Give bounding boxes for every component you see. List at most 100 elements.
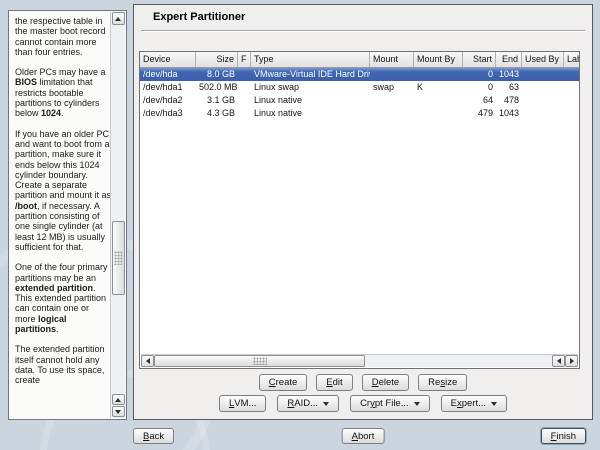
table-cell: 479 <box>477 108 493 118</box>
delete-button[interactable]: Delete <box>361 374 410 391</box>
scrollbar-track[interactable] <box>111 25 125 394</box>
table-cell <box>370 68 414 81</box>
installer-window: the respective table in the master boot … <box>0 0 600 450</box>
help-panel: the respective table in the master boot … <box>8 10 127 420</box>
table-cell <box>522 94 564 107</box>
table-cell: /dev/hda <box>143 69 178 79</box>
partition-actions-row: Create Edit Delete Re s ize <box>134 374 592 391</box>
table-cell <box>370 94 414 107</box>
column-header-start[interactable]: Start <box>463 52 496 67</box>
left-arrow-icon <box>556 358 561 364</box>
column-header-device[interactable]: Device <box>140 52 196 67</box>
column-header-lab[interactable]: Lab <box>564 52 579 67</box>
table-cell: /dev/hda3 <box>143 108 183 118</box>
button-label-part: reate <box>275 377 298 388</box>
column-header-type[interactable]: Type <box>251 52 370 67</box>
scrollbar-track[interactable] <box>365 355 552 367</box>
help-text-segment: The extended partition itself cannot hol… <box>15 344 105 386</box>
crypt-file-menu-button[interactable]: Cr y pt File... <box>350 395 430 412</box>
raid-menu-button[interactable]: R AID... <box>277 395 340 412</box>
table-cell: 0 <box>487 82 493 92</box>
table-row[interactable]: /dev/hda3 4.3 GB Linux native 479 1043 <box>140 107 579 120</box>
help-bold-text: BIOS <box>15 77 38 88</box>
button-label-part: dit <box>332 377 343 388</box>
table-cell: 1043 <box>499 69 520 79</box>
page-title: Expert Partitioner <box>153 11 246 23</box>
column-header-mount[interactable]: Mount <box>370 52 414 67</box>
help-bold-text: /boot <box>15 200 37 211</box>
table-cell: K <box>417 82 424 92</box>
scroll-right-button[interactable] <box>565 355 578 367</box>
dropdown-arrow-icon <box>323 401 330 406</box>
table-row[interactable]: /dev/hda 8.0 GB VMware-Virtual IDE Hard Dr… <box>140 68 579 81</box>
help-paragraph: the respective table in the master boot … <box>15 16 112 57</box>
table-row[interactable]: /dev/hda1 502.0 MB Linux swap swap K 0 63 <box>140 81 579 94</box>
help-bold-text: 1024 <box>41 108 62 119</box>
button-label-part: inish <box>556 430 576 442</box>
scroll-down-button[interactable] <box>111 406 125 417</box>
edit-button[interactable]: Edit <box>316 374 353 391</box>
scrollbar-grip <box>252 357 267 365</box>
finish-button[interactable]: Finish <box>540 428 586 444</box>
lvm-button[interactable]: L VM... <box>218 395 267 412</box>
scrollbar-thumb[interactable] <box>111 221 125 295</box>
help-text-segment: the respective table in the master boot … <box>15 16 106 57</box>
partition-table[interactable]: Device Size F Type Mount Mount By Start End Used… <box>139 51 580 369</box>
column-header-size[interactable]: Size <box>196 52 238 67</box>
create-button[interactable]: Create <box>258 374 308 391</box>
scroll-left-button[interactable] <box>552 355 565 367</box>
help-paragraph: One of the four primary partitions may b… <box>15 262 112 334</box>
scroll-up-button[interactable] <box>111 12 125 25</box>
table-cell: 0 <box>487 69 493 79</box>
table-cell <box>414 68 463 81</box>
button-label-part: VM... <box>234 398 257 409</box>
abort-button[interactable]: Abort <box>341 428 385 444</box>
button-label-part: Re <box>428 377 441 388</box>
help-text: the respective table in the master boot … <box>15 16 112 418</box>
table-cell <box>564 68 579 81</box>
resize-button[interactable]: Re s ize <box>418 374 468 391</box>
help-paragraph: Older PCs may have a BIOS limitation tha… <box>15 67 112 118</box>
table-cell: Linux native <box>254 95 303 105</box>
button-label-part: ack <box>149 430 165 442</box>
column-header-f[interactable]: F <box>238 52 251 67</box>
table-horizontal-scrollbar[interactable] <box>141 354 578 367</box>
wizard-content-panel: Expert Partitioner Device Size F Type Mount M… <box>133 4 593 420</box>
table-cell <box>238 107 251 120</box>
table-cell <box>522 68 564 81</box>
table-cell: 1043 <box>499 108 520 118</box>
table-cell: swap <box>373 82 395 92</box>
button-label-part: Cr <box>360 398 371 409</box>
button-label-part: bort <box>357 430 375 442</box>
left-arrow-icon <box>145 358 150 364</box>
scrollbar-thumb[interactable] <box>154 355 365 367</box>
scroll-left-button[interactable] <box>141 355 154 367</box>
table-row[interactable]: /dev/hda2 3.1 GB Linux native 64 478 <box>140 94 579 107</box>
table-cell: 4.3 GB <box>206 108 235 118</box>
scrollbar-grip <box>114 251 122 265</box>
table-cell <box>564 94 579 107</box>
table-cell <box>564 81 579 94</box>
expert-menu-button[interactable]: Ex pert... <box>440 395 508 412</box>
table-cell <box>522 107 564 120</box>
dropdown-arrow-icon <box>413 401 420 406</box>
table-cell: /dev/hda2 <box>143 95 183 105</box>
down-arrow-icon <box>115 409 121 414</box>
column-header-end[interactable]: End <box>496 52 522 67</box>
table-cell: 64 <box>482 95 493 105</box>
table-cell <box>414 94 463 107</box>
title-separator <box>141 30 585 32</box>
table-cell: VMware-Virtual IDE Hard Drive <box>254 69 370 79</box>
button-label-part: R <box>287 398 295 409</box>
table-cell: /dev/hda1 <box>143 82 183 92</box>
table-header-row: Device Size F Type Mount Mount By Start End Used… <box>140 52 579 68</box>
column-header-mount-by[interactable]: Mount By <box>414 52 463 67</box>
up-arrow-icon <box>115 397 121 402</box>
column-header-used-by[interactable]: Used By <box>522 52 564 67</box>
back-button[interactable]: Back <box>133 428 175 444</box>
dropdown-arrow-icon <box>491 401 498 406</box>
scroll-up-button[interactable] <box>111 394 125 405</box>
table-cell: Linux swap <box>254 82 300 92</box>
help-scrollbar[interactable] <box>110 12 125 418</box>
table-cell <box>238 81 251 94</box>
